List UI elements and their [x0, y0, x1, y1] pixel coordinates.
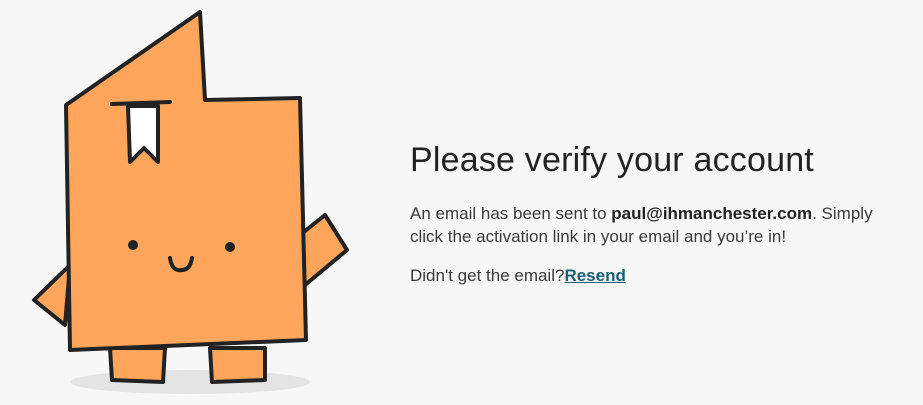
- resend-line: Didn't get the email?Resend: [410, 264, 900, 287]
- resend-prompt: Didn't get the email?: [410, 266, 565, 285]
- verify-content: Please verify your account An email has …: [410, 140, 900, 287]
- message-prefix: An email has been sent to: [410, 204, 612, 223]
- verification-message: An email has been sent to paul@ihmanches…: [410, 202, 900, 248]
- resend-link[interactable]: Resend: [564, 266, 625, 285]
- email-address: paul@ihmanchester.com: [611, 204, 813, 223]
- page-title: Please verify your account: [410, 141, 814, 179]
- verify-account-page: Please verify your account An email has …: [0, 0, 923, 405]
- bookmark-mascot-icon: [32, 10, 349, 394]
